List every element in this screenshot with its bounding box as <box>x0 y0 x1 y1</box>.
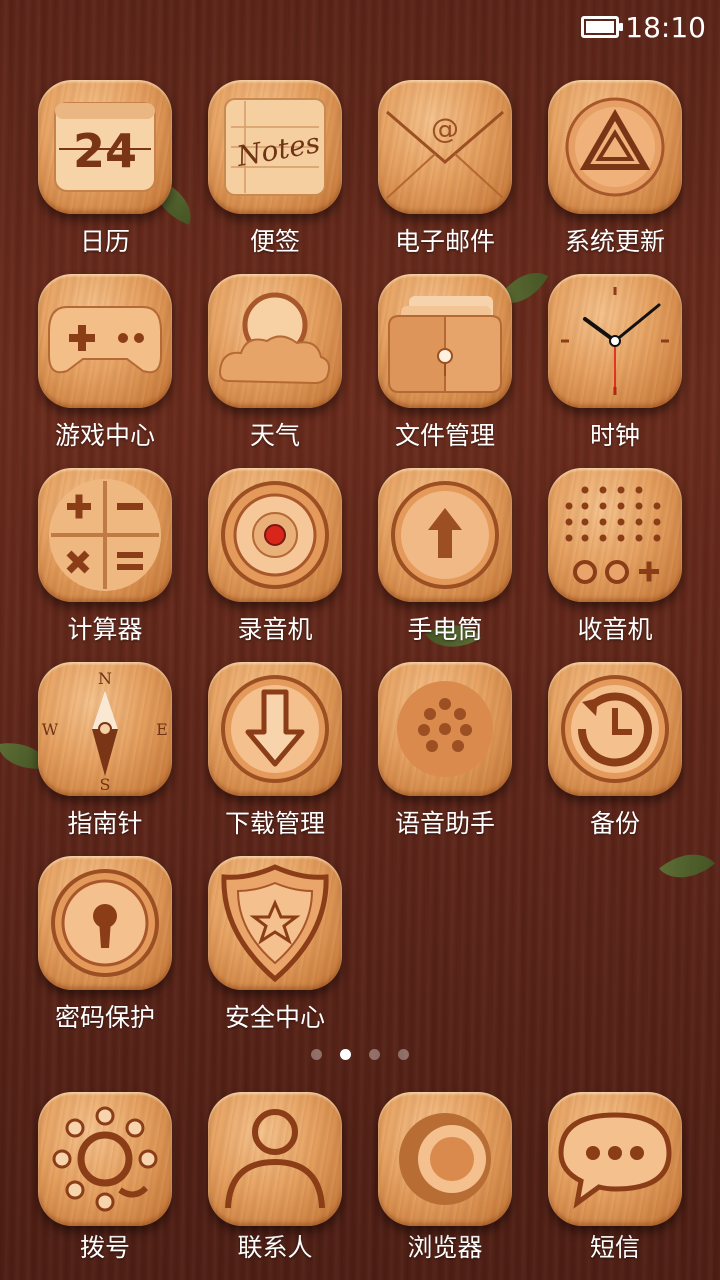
app-backup[interactable]: 备份 <box>530 662 700 856</box>
app-label: 录音机 <box>237 615 313 644</box>
dock-browser[interactable]: 浏览器 <box>360 1092 530 1272</box>
weather-icon <box>208 274 342 408</box>
app-label: 文件管理 <box>394 421 495 450</box>
app-label: 电子邮件 <box>394 227 495 256</box>
page-dot[interactable] <box>369 1049 380 1060</box>
app-label: 日历 <box>79 227 130 256</box>
app-radio[interactable]: 收音机 <box>530 468 700 662</box>
app-label: 手电筒 <box>407 615 483 644</box>
app-notes[interactable]: Notes 便签 <box>190 80 360 274</box>
dock-dialer[interactable]: 拨号 <box>20 1092 190 1272</box>
app-game-center[interactable]: 游戏中心 <box>20 274 190 468</box>
app-security-center[interactable]: 安全中心 <box>190 856 360 1050</box>
app-password-protect[interactable]: 密码保护 <box>20 856 190 1050</box>
app-label: 拨号 <box>79 1233 130 1262</box>
app-flashlight[interactable]: 手电筒 <box>360 468 530 662</box>
system-update-icon <box>548 80 682 214</box>
calendar-icon: 24 <box>38 80 172 214</box>
app-clock[interactable]: 时钟 <box>530 274 700 468</box>
app-label: 游戏中心 <box>54 421 155 450</box>
app-label: 指南针 <box>67 809 143 838</box>
notes-icon: Notes <box>208 80 342 214</box>
app-label: 备份 <box>589 809 640 838</box>
messages-icon <box>548 1092 682 1226</box>
page-dot[interactable] <box>311 1049 322 1060</box>
page-dot[interactable] <box>398 1049 409 1060</box>
app-label: 计算器 <box>67 615 143 644</box>
status-bar: 18:10 <box>0 0 720 54</box>
app-label: 便签 <box>249 227 300 256</box>
svg-text:24: 24 <box>73 124 137 178</box>
app-label: 联系人 <box>237 1233 313 1262</box>
folder-icon <box>378 274 512 408</box>
app-label: 密码保护 <box>54 1003 155 1032</box>
app-label: 短信 <box>589 1233 640 1262</box>
app-download-manager[interactable]: 下载管理 <box>190 662 360 856</box>
email-icon: @ <box>378 80 512 214</box>
lock-icon <box>38 856 172 990</box>
recorder-icon <box>208 468 342 602</box>
dock-contacts[interactable]: 联系人 <box>190 1092 360 1272</box>
app-label: 安全中心 <box>224 1003 325 1032</box>
dock: 拨号 联系人 浏览器 短信 <box>0 1092 720 1272</box>
app-compass[interactable]: N S E W 指南针 <box>20 662 190 856</box>
gamepad-icon <box>38 274 172 408</box>
app-system-update[interactable]: 系统更新 <box>530 80 700 274</box>
dialer-icon <box>38 1092 172 1226</box>
app-label: 下载管理 <box>224 809 325 838</box>
app-label: 浏览器 <box>407 1233 483 1262</box>
flashlight-icon <box>378 468 512 602</box>
app-voice-assistant[interactable]: 语音助手 <box>360 662 530 856</box>
app-grid: 24 日历 Notes 便签 @ 电子邮件 系统更新 游戏中心 天气 文件管理 … <box>0 80 720 1050</box>
page-indicator[interactable] <box>0 1049 720 1060</box>
svg-text:W: W <box>42 720 59 739</box>
contacts-icon <box>208 1092 342 1226</box>
svg-text:@: @ <box>431 112 459 145</box>
app-calendar[interactable]: 24 日历 <box>20 80 190 274</box>
app-label: 天气 <box>249 421 300 450</box>
app-email[interactable]: @ 电子邮件 <box>360 80 530 274</box>
app-label: 收音机 <box>577 615 653 644</box>
status-time: 18:10 <box>625 10 706 44</box>
compass-icon: N S E W <box>38 662 172 796</box>
app-label: 语音助手 <box>394 809 495 838</box>
shield-icon <box>208 856 342 990</box>
voice-assistant-icon <box>378 662 512 796</box>
backup-icon <box>548 662 682 796</box>
radio-icon <box>548 468 682 602</box>
app-label: 时钟 <box>589 421 640 450</box>
svg-text:N: N <box>98 669 112 688</box>
app-recorder[interactable]: 录音机 <box>190 468 360 662</box>
app-label: 系统更新 <box>564 227 665 256</box>
clock-icon <box>548 274 682 408</box>
page-dot-active[interactable] <box>340 1049 351 1060</box>
browser-icon <box>378 1092 512 1226</box>
app-weather[interactable]: 天气 <box>190 274 360 468</box>
download-icon <box>208 662 342 796</box>
calculator-icon <box>38 468 172 602</box>
battery-full-icon <box>581 16 624 38</box>
app-file-manager[interactable]: 文件管理 <box>360 274 530 468</box>
svg-text:E: E <box>156 720 168 739</box>
svg-text:S: S <box>100 775 111 794</box>
dock-messages[interactable]: 短信 <box>530 1092 700 1272</box>
app-calculator[interactable]: 计算器 <box>20 468 190 662</box>
